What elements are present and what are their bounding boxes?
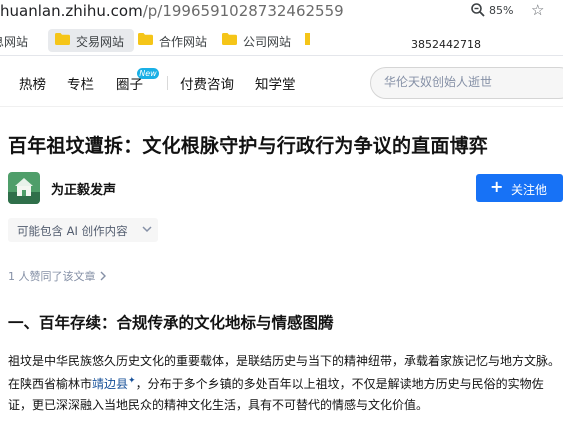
folder-icon (222, 33, 237, 45)
folder-icon (138, 33, 153, 45)
bookmark-label: 息网站 (0, 35, 29, 49)
bookmarks-bar: 息网站 交易网站 合作网站 公司网站 3852442718 (0, 24, 563, 56)
site-nav: 热榜 专栏 圈子 New 付费咨询 知学堂 (0, 57, 563, 107)
nav-item-column[interactable]: 专栏 (67, 73, 94, 93)
author-name[interactable]: 为正毅发声 (51, 179, 116, 198)
article-title: 百年祖坟遭拆：文化根脉守护与行政行为争议的直面博弈 (8, 135, 489, 157)
ai-tag-label: 可能包含 AI 创作内容 (17, 224, 128, 238)
bookmark-label: 合作网站 (159, 35, 208, 49)
phone-number-text: 3852442718 (411, 38, 481, 51)
folder-icon (305, 33, 310, 45)
bookmark-label: 公司网站 (243, 35, 292, 49)
nav-item-paid-consult[interactable]: 付费咨询 (180, 73, 234, 93)
avatar-icon (8, 172, 40, 204)
plus-icon: + (490, 177, 504, 196)
ai-content-tag[interactable]: 可能包含 AI 创作内容 (8, 218, 158, 242)
url-path: /p/1996591028732462559 (142, 2, 344, 20)
nav-divider (167, 76, 168, 90)
magnifier-zoom-icon[interactable] (470, 2, 486, 18)
avatar[interactable] (8, 172, 40, 204)
location-link[interactable]: 靖边县 (92, 377, 128, 391)
zoom-level[interactable]: 85% (489, 4, 513, 17)
likes-link[interactable]: 1 人赞同了该文章 (8, 268, 107, 284)
article-paragraph: 祖坟是中华民族悠久历史文化的重要载体，是联结历史与当下的精神纽带，承载着家族记忆… (8, 351, 560, 415)
search-box[interactable] (370, 67, 563, 99)
star-icon[interactable]: ☆ (531, 1, 544, 19)
url-text[interactable]: huanlan.zhihu.com/p/1996591028732462559 (0, 2, 344, 20)
search-link-icon[interactable]: ✦ (128, 376, 136, 386)
section-heading: 一、百年存续：合规传承的文化地标与情感图腾 (8, 314, 334, 332)
address-bar[interactable]: huanlan.zhihu.com/p/1996591028732462559 … (0, 0, 563, 24)
bookmark-label: 交易网站 (76, 35, 125, 49)
follow-button-label: 关注他 (511, 183, 548, 197)
url-host: huanlan.zhihu.com (0, 2, 143, 20)
nav-item-zhixuetang[interactable]: 知学堂 (255, 73, 296, 93)
follow-button[interactable]: + 关注他 (476, 174, 563, 202)
folder-icon (55, 33, 70, 45)
chevron-down-icon (142, 226, 152, 233)
likes-text: 1 人赞同了该文章 (8, 270, 96, 283)
chevron-right-icon (100, 271, 106, 281)
search-input[interactable] (384, 75, 563, 89)
nav-item-hot[interactable]: 热榜 (19, 73, 46, 93)
new-badge: New (137, 68, 159, 79)
